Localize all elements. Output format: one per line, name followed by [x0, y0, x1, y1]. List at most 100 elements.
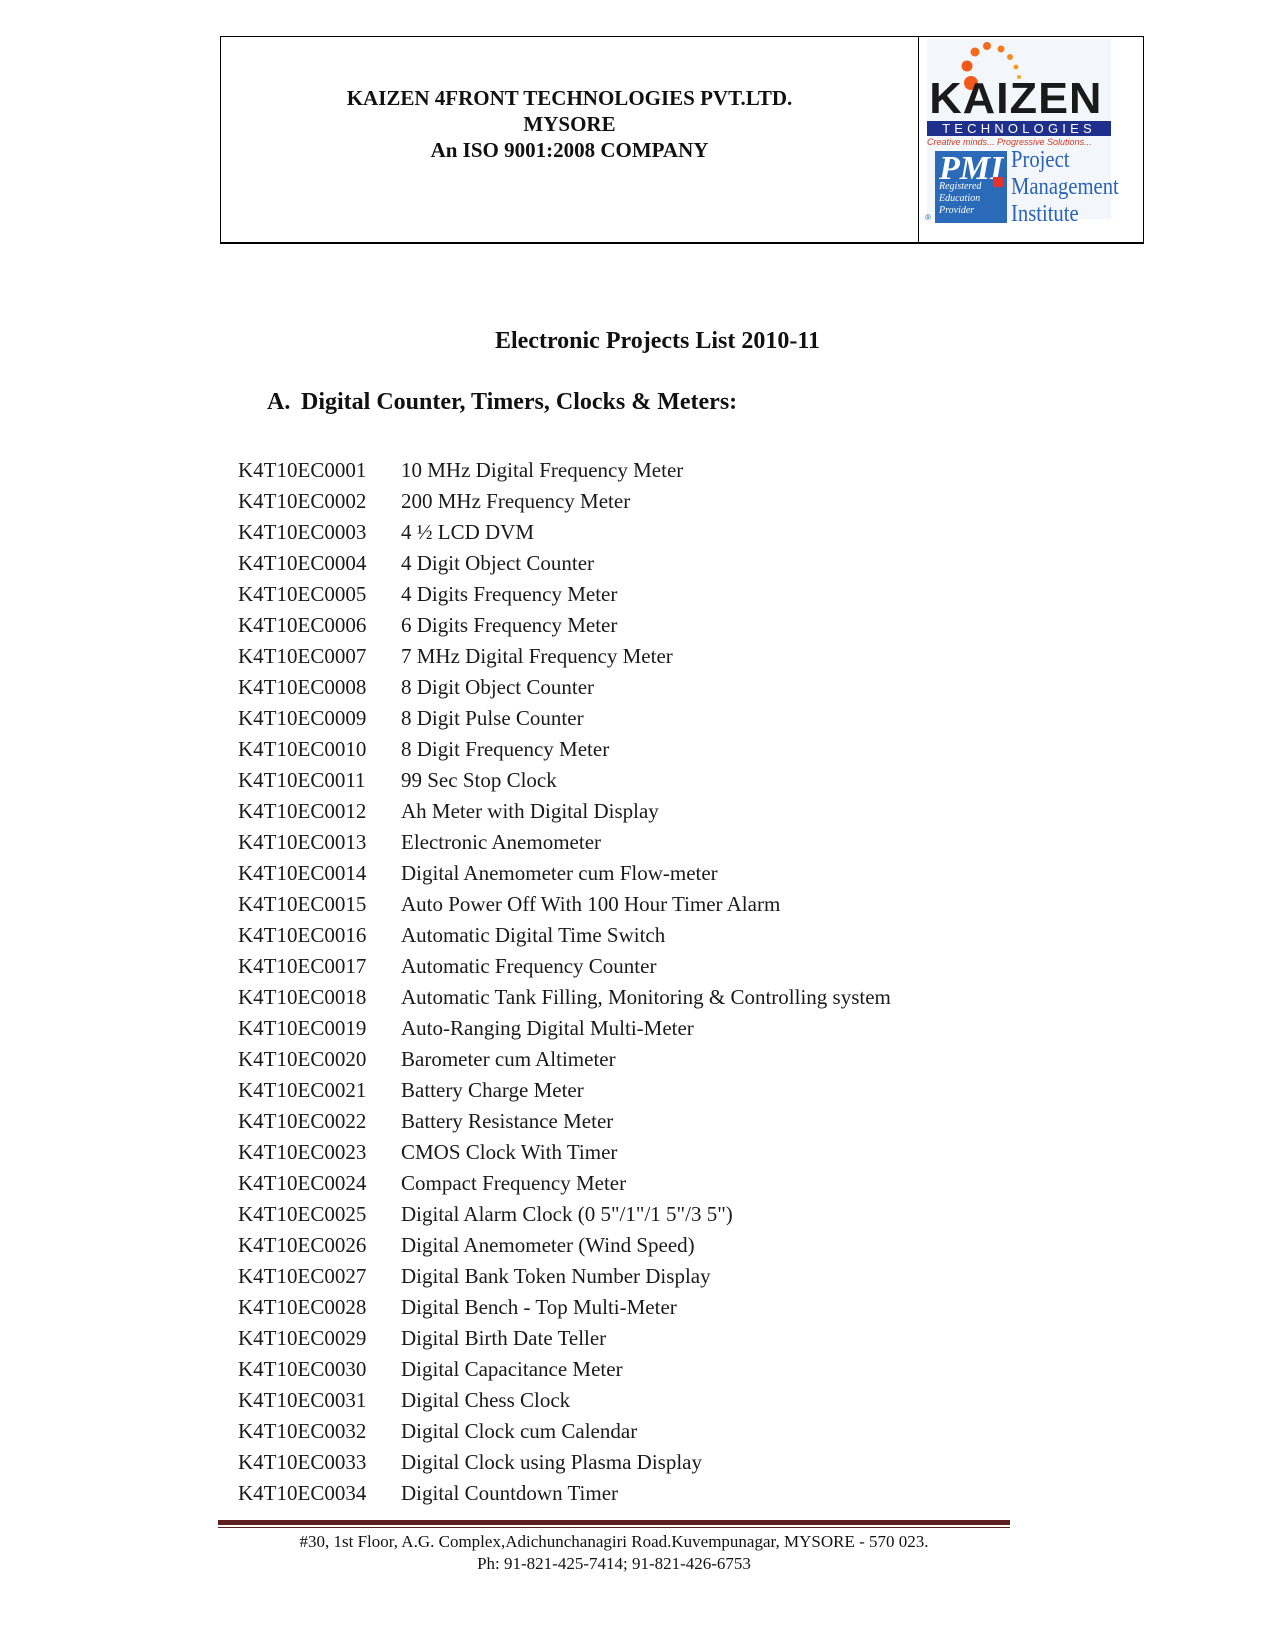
pmi-badge-line: Provider [939, 205, 975, 216]
project-code: K4T10EC0032 [238, 1419, 367, 1443]
footer-rule-thin [218, 1527, 1010, 1528]
project-code: K4T10EC0021 [238, 1078, 367, 1102]
pmi-badge: PMI Registered Education Provider [935, 151, 1007, 223]
section-letter: A. [267, 389, 291, 415]
project-name: Digital Bench - Top Multi-Meter [401, 1295, 677, 1319]
project-row: K4T10EC0014 Digital Anemometer cum Flow-m… [238, 858, 891, 889]
project-row: K4T10EC0013 Electronic Anemometer [238, 827, 891, 858]
project-code: K4T10EC0015 [238, 892, 367, 916]
project-row: K4T10EC0030 Digital Capacitance Meter [238, 1354, 891, 1385]
project-code: K4T10EC0003 [238, 520, 367, 544]
project-name: Digital Clock using Plasma Display [401, 1450, 702, 1474]
project-name: Compact Frequency Meter [401, 1171, 627, 1195]
pmi-badge-text: Registered Education Provider [939, 181, 981, 217]
project-name: Ah Meter with Digital Display [401, 799, 659, 823]
project-row: K4T10EC0015 Auto Power Off With 100 Hour … [238, 889, 891, 920]
project-row: K4T10EC0033 Digital Clock using Plasma Di… [238, 1447, 891, 1478]
pmi-badge-line: Education [939, 193, 981, 204]
footer-phone: Ph: 91-821-425-7414; 91-821-426-6753 [477, 1554, 751, 1573]
logo-brand-name: KAIZEN [929, 74, 1103, 123]
project-name: Automatic Frequency Counter [401, 954, 657, 978]
project-row: K4T10EC0032 Digital Clock cum Calendar [238, 1416, 891, 1447]
project-name: Electronic Anemometer [401, 830, 602, 854]
project-code: K4T10EC0008 [238, 675, 367, 699]
project-code: K4T10EC0001 [238, 458, 367, 482]
iso-certification: An ISO 9001:2008 COMPANY [430, 138, 709, 162]
project-code: K4T10EC0026 [238, 1233, 367, 1257]
project-row: K4T10EC0016 Automatic Digital Time Switch [238, 920, 891, 951]
project-code: K4T10EC0027 [238, 1264, 367, 1288]
project-row: K4T10EC0008 8 Digit Object Counter [238, 672, 891, 703]
footer-rule [218, 1520, 1010, 1525]
project-code: K4T10EC0030 [238, 1357, 367, 1381]
project-row: K4T10EC0031 Digital Chess Clock [238, 1385, 891, 1416]
project-name: Auto Power Off With 100 Hour Timer Alarm [401, 892, 781, 916]
project-name: 7 MHz Digital Frequency Meter [401, 644, 673, 668]
company-name: KAIZEN 4FRONT TECHNOLOGIES PVT.LTD. [346, 86, 793, 110]
letterhead-box: KAIZEN 4FRONT TECHNOLOGIES PVT.LTD. MYSO… [220, 36, 1144, 244]
project-name: Digital Capacitance Meter [401, 1357, 623, 1381]
project-code: K4T10EC0005 [238, 582, 367, 606]
project-name: 4 Digits Frequency Meter [401, 582, 618, 606]
logo-tagline: Creative minds... Progressive Solutions.… [927, 137, 1092, 147]
project-name: Digital Anemometer (Wind Speed) [401, 1233, 695, 1257]
project-code: K4T10EC0004 [238, 551, 367, 575]
project-row: K4T10EC0026 Digital Anemometer (Wind Spee… [238, 1230, 891, 1261]
section-heading: A. Digital Counter, Timers, Clocks & Mete… [267, 389, 737, 416]
footer-address: #30, 1st Floor, A.G. Complex,Adichunchan… [299, 1532, 929, 1551]
project-name: 6 Digits Frequency Meter [401, 613, 618, 637]
project-name: 99 Sec Stop Clock [401, 768, 557, 792]
project-list: K4T10EC0001 10 MHz Digital Frequency Mete… [238, 455, 891, 1509]
logo-dot [1013, 64, 1019, 70]
pmi-name-line: Project [1011, 147, 1070, 173]
project-row: K4T10EC0034 Digital Countdown Timer [238, 1478, 891, 1509]
project-row: K4T10EC0025 Digital Alarm Clock (0 5"/1"/… [238, 1199, 891, 1230]
project-row: K4T10EC0004 4 Digit Object Counter [238, 548, 891, 579]
project-row: K4T10EC0002 200 MHz Frequency Meter [238, 486, 891, 517]
logo-dot [1007, 54, 1013, 60]
logo-dot [970, 47, 980, 57]
registered-mark: ® [925, 213, 931, 222]
project-row: K4T10EC0029 Digital Birth Date Teller [238, 1323, 891, 1354]
project-code: K4T10EC0033 [238, 1450, 367, 1474]
company-city: MYSORE [523, 112, 616, 136]
project-code: K4T10EC0016 [238, 923, 367, 947]
project-row: K4T10EC0019 Auto-Ranging Digital Multi-Me… [238, 1013, 891, 1044]
project-name: 4 Digit Object Counter [401, 551, 595, 575]
project-code: K4T10EC0024 [238, 1171, 367, 1195]
project-code: K4T10EC0009 [238, 706, 367, 730]
project-row: K4T10EC0001 10 MHz Digital Frequency Mete… [238, 455, 891, 486]
project-code: K4T10EC0018 [238, 985, 367, 1009]
project-row: K4T10EC0022 Battery Resistance Meter [238, 1106, 891, 1137]
project-code: K4T10EC0028 [238, 1295, 367, 1319]
project-code: K4T10EC0013 [238, 830, 367, 854]
pmi-badge-line: Registered [939, 181, 982, 192]
project-code: K4T10EC0011 [238, 768, 366, 792]
section-title: Digital Counter, Timers, Clocks & Meters… [301, 389, 738, 415]
project-name: 200 MHz Frequency Meter [401, 489, 631, 513]
project-code: K4T10EC0022 [238, 1109, 367, 1133]
project-row: K4T10EC0017 Automatic Frequency Counter [238, 951, 891, 982]
footer: #30, 1st Floor, A.G. Complex,Adichunchan… [218, 1531, 1010, 1575]
project-row: K4T10EC0011 99 Sec Stop Clock [238, 765, 891, 796]
project-row: K4T10EC0006 6 Digits Frequency Meter [238, 610, 891, 641]
project-row: K4T10EC0027 Digital Bank Token Number Dis… [238, 1261, 891, 1292]
project-row: K4T10EC0028 Digital Bench - Top Multi-Met… [238, 1292, 891, 1323]
project-code: K4T10EC0014 [238, 861, 367, 885]
project-name: Digital Countdown Timer [401, 1481, 619, 1505]
project-code: K4T10EC0006 [238, 613, 367, 637]
project-row: K4T10EC0007 7 MHz Digital Frequency Meter [238, 641, 891, 672]
company-logo: KAIZEN TECHNOLOGIES Creative minds... Pr… [919, 37, 1143, 242]
project-name: 8 Digit Frequency Meter [401, 737, 610, 761]
project-code: K4T10EC0002 [238, 489, 367, 513]
project-row: K4T10EC0010 8 Digit Frequency Meter [238, 734, 891, 765]
project-row: K4T10EC0024 Compact Frequency Meter [238, 1168, 891, 1199]
pmi-name: Project Management Institute [1011, 147, 1119, 228]
project-name: Digital Clock cum Calendar [401, 1419, 638, 1443]
project-name: Automatic Tank Filling, Monitoring & Con… [401, 985, 891, 1009]
project-name: Digital Bank Token Number Display [401, 1264, 711, 1288]
project-code: K4T10EC0023 [238, 1140, 367, 1164]
pmi-name-line: Management [1011, 174, 1119, 200]
project-code: K4T10EC0012 [238, 799, 367, 823]
project-code: K4T10EC0020 [238, 1047, 367, 1071]
